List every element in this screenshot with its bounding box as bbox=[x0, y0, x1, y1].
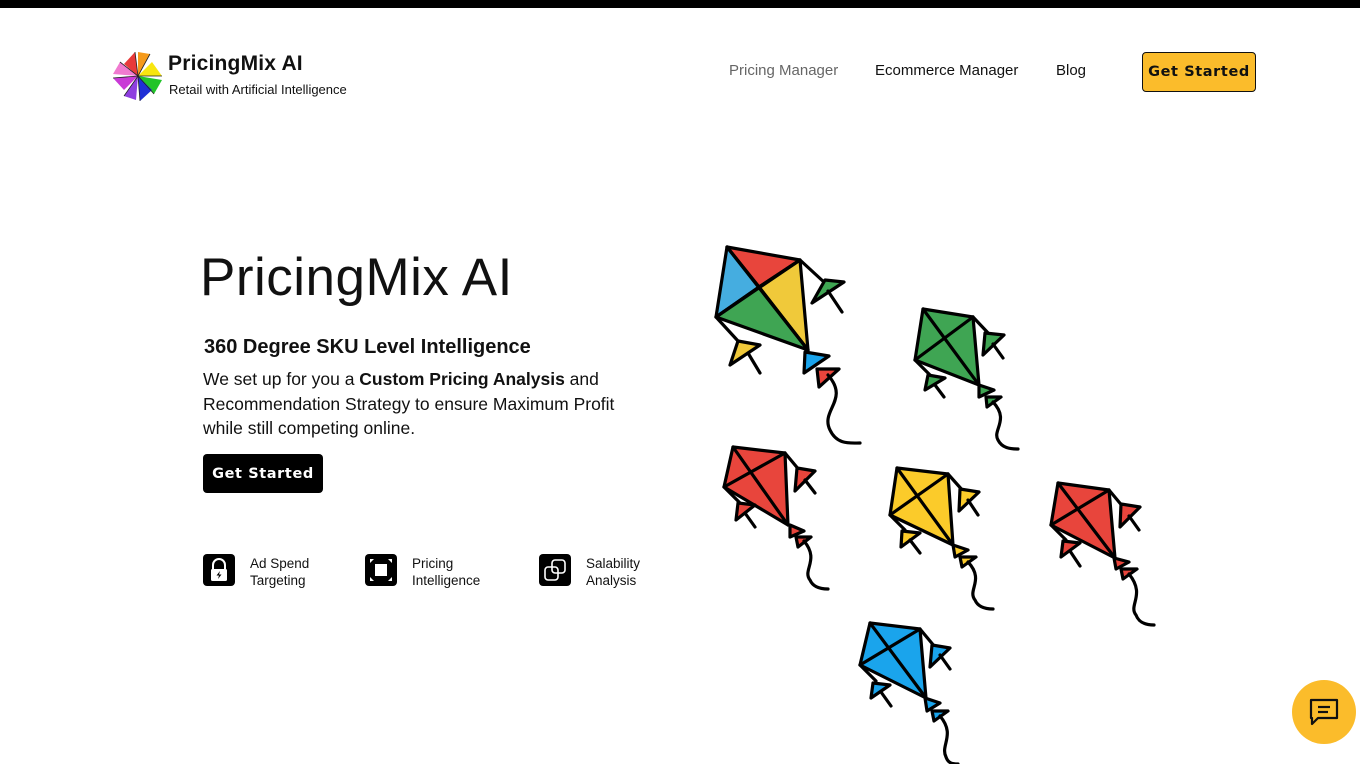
brand-subtitle: Retail with Artificial Intelligence bbox=[169, 82, 347, 97]
nav-ecommerce-manager[interactable]: Ecommerce Manager bbox=[875, 62, 1018, 79]
feature-label-line2: Intelligence bbox=[412, 573, 481, 588]
header-get-started-button[interactable]: Get Started bbox=[1142, 52, 1256, 92]
kite-blue bbox=[858, 621, 960, 764]
feature-ad-spend-targeting: Ad Spend Targeting bbox=[203, 554, 309, 589]
hero-desc-part1: We set up for you a bbox=[203, 369, 360, 389]
chat-button[interactable] bbox=[1292, 680, 1356, 744]
colorful-kites-illustration bbox=[700, 235, 1170, 764]
brand-title[interactable]: PricingMix AI bbox=[168, 52, 303, 76]
kite-multicolor bbox=[714, 245, 862, 445]
kite-yellow bbox=[888, 466, 995, 611]
feature-label: Pricing Intelligence bbox=[412, 555, 480, 589]
feature-pricing-intelligence: Pricing Intelligence bbox=[365, 554, 480, 589]
linked-squares-icon bbox=[539, 554, 571, 586]
chat-message-icon bbox=[1309, 698, 1339, 726]
hero-subtitle: 360 Degree SKU Level Intelligence bbox=[204, 336, 531, 358]
nav-pricing-manager[interactable]: Pricing Manager bbox=[729, 62, 838, 79]
feature-label-line2: Analysis bbox=[586, 573, 637, 588]
frame-square-icon bbox=[365, 554, 397, 586]
feature-label-line1: Pricing bbox=[412, 556, 454, 571]
kite-green bbox=[913, 307, 1020, 451]
feature-label: Salability Analysis bbox=[586, 555, 640, 589]
feature-label-line1: Ad Spend bbox=[250, 556, 310, 571]
kite-red-right bbox=[1049, 481, 1156, 627]
pinwheel-logo-icon[interactable] bbox=[111, 51, 165, 102]
hero-description: We set up for you a Custom Pricing Analy… bbox=[203, 367, 643, 441]
feature-label: Ad Spend Targeting bbox=[250, 555, 309, 589]
hero-get-started-button[interactable]: Get Started bbox=[203, 454, 323, 493]
lock-bolt-icon bbox=[203, 554, 235, 586]
feature-salability-analysis: Salability Analysis bbox=[539, 554, 640, 589]
kite-red-left bbox=[722, 445, 830, 591]
top-border-bar bbox=[0, 0, 1360, 8]
feature-label-line2: Targeting bbox=[250, 573, 306, 588]
hero-desc-bold: Custom Pricing Analysis bbox=[359, 369, 565, 389]
feature-label-line1: Salability bbox=[586, 556, 641, 571]
nav-blog[interactable]: Blog bbox=[1056, 62, 1086, 79]
hero-title: PricingMix AI bbox=[200, 248, 513, 307]
